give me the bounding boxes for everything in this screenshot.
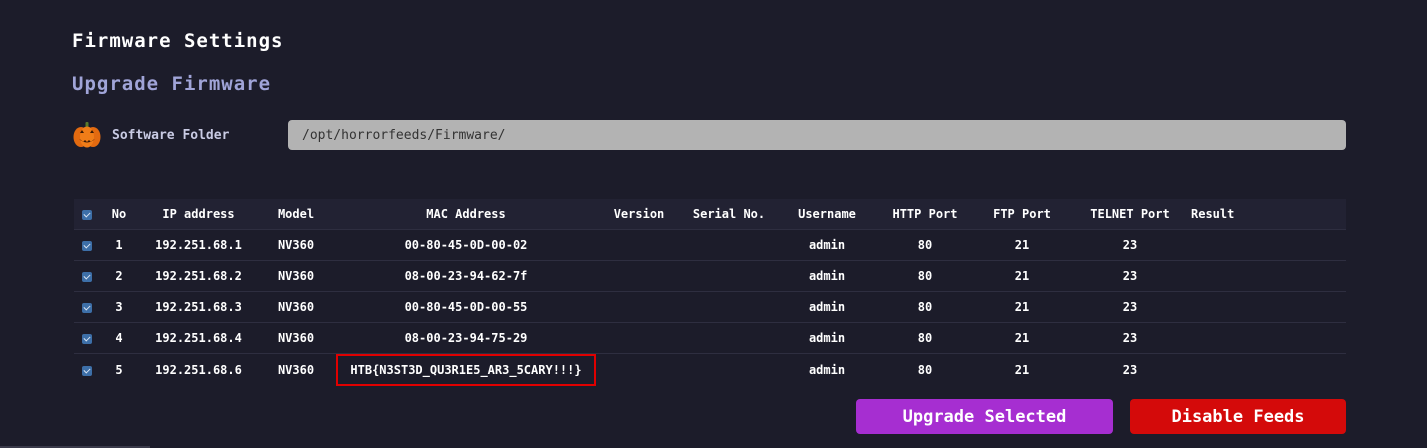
column-header-no[interactable]: No xyxy=(100,199,138,230)
cell-no: 3 xyxy=(100,291,138,323)
software-folder-input[interactable] xyxy=(288,120,1346,150)
row-checkbox[interactable] xyxy=(74,260,100,292)
cell-http-port: 80 xyxy=(875,322,975,354)
firmware-page: Firmware Settings Upgrade Firmware Softw… xyxy=(0,0,1427,448)
disable-feeds-button[interactable]: Disable Feeds xyxy=(1130,399,1346,434)
cell-result xyxy=(1191,291,1346,323)
column-header-model[interactable]: Model xyxy=(259,199,333,230)
column-header-telnet-port[interactable]: TELNET Port xyxy=(1069,199,1191,230)
cell-serial xyxy=(679,353,779,386)
cell-no: 2 xyxy=(100,260,138,292)
cell-model: NV360 xyxy=(259,229,333,261)
select-all-checkbox[interactable] xyxy=(74,199,100,230)
row-checkbox[interactable] xyxy=(74,229,100,261)
cell-username: admin xyxy=(779,260,875,292)
table-row: 4 192.251.68.4 NV360 08-00-23-94-75-29 a… xyxy=(74,322,1346,354)
table-row: 5 192.251.68.6 NV360 HTB{N3ST3D_QU3R1E5_… xyxy=(74,353,1346,386)
cell-ftp-port: 21 xyxy=(975,353,1069,386)
cell-serial xyxy=(679,229,779,261)
cell-serial xyxy=(679,260,779,292)
column-header-username[interactable]: Username xyxy=(779,199,875,230)
section-title: Upgrade Firmware xyxy=(72,73,272,95)
cell-telnet-port: 23 xyxy=(1069,291,1191,323)
page-title: Firmware Settings xyxy=(72,30,284,52)
cell-serial xyxy=(679,291,779,323)
cell-username: admin xyxy=(779,291,875,323)
software-folder-label: Software Folder xyxy=(112,127,230,143)
table-header-row: No IP address Model MAC Address Version … xyxy=(74,199,1346,230)
cell-ip: 192.251.68.1 xyxy=(138,229,259,261)
cell-http-port: 80 xyxy=(875,291,975,323)
cell-ip: 192.251.68.3 xyxy=(138,291,259,323)
cell-version xyxy=(599,353,679,386)
column-header-serial-no[interactable]: Serial No. xyxy=(679,199,779,230)
cell-mac: 00-80-45-0D-00-55 xyxy=(333,291,599,323)
cell-http-port: 80 xyxy=(875,353,975,386)
cell-mac: 08-00-23-94-62-7f xyxy=(333,260,599,292)
column-header-ftp-port[interactable]: FTP Port xyxy=(975,199,1069,230)
table-row: 1 192.251.68.1 NV360 00-80-45-0D-00-02 a… xyxy=(74,229,1346,261)
table-row: 2 192.251.68.2 NV360 08-00-23-94-62-7f a… xyxy=(74,260,1346,292)
column-header-version[interactable]: Version xyxy=(599,199,679,230)
cell-no: 4 xyxy=(100,322,138,354)
cell-mac: 00-80-45-0D-00-02 xyxy=(333,229,599,261)
cell-result xyxy=(1191,322,1346,354)
cell-serial xyxy=(679,322,779,354)
cell-ftp-port: 21 xyxy=(975,229,1069,261)
cell-username: admin xyxy=(779,353,875,386)
cell-no: 5 xyxy=(100,353,138,386)
software-folder-row: Software Folder xyxy=(72,120,1346,150)
cell-mac-highlighted: HTB{N3ST3D_QU3R1E5_AR3_5CARY!!!} xyxy=(333,353,599,386)
row-checkbox[interactable] xyxy=(74,291,100,323)
upgrade-selected-button[interactable]: Upgrade Selected xyxy=(856,399,1113,434)
device-table-wrapper: No IP address Model MAC Address Version … xyxy=(74,199,1346,386)
cell-ip: 192.251.68.4 xyxy=(138,322,259,354)
cell-version xyxy=(599,260,679,292)
device-table: No IP address Model MAC Address Version … xyxy=(74,199,1346,386)
cell-model: NV360 xyxy=(259,322,333,354)
cell-result xyxy=(1191,353,1346,386)
cell-result xyxy=(1191,260,1346,292)
checkbox-icon xyxy=(82,240,92,251)
checkbox-icon xyxy=(82,271,92,282)
cell-http-port: 80 xyxy=(875,229,975,261)
column-header-ip-address[interactable]: IP address xyxy=(138,199,259,230)
cell-model: NV360 xyxy=(259,260,333,292)
cell-username: admin xyxy=(779,322,875,354)
checkbox-icon xyxy=(82,209,92,220)
cell-telnet-port: 23 xyxy=(1069,322,1191,354)
cell-telnet-port: 23 xyxy=(1069,229,1191,261)
column-header-http-port[interactable]: HTTP Port xyxy=(875,199,975,230)
cell-telnet-port: 23 xyxy=(1069,260,1191,292)
checkbox-icon xyxy=(82,333,92,344)
cell-ip: 192.251.68.6 xyxy=(138,353,259,386)
table-row: 3 192.251.68.3 NV360 00-80-45-0D-00-55 a… xyxy=(74,291,1346,323)
cell-no: 1 xyxy=(100,229,138,261)
cell-mac: 08-00-23-94-75-29 xyxy=(333,322,599,354)
column-header-mac-address[interactable]: MAC Address xyxy=(333,199,599,230)
cell-version xyxy=(599,229,679,261)
cell-username: admin xyxy=(779,229,875,261)
cell-ftp-port: 21 xyxy=(975,322,1069,354)
cell-model: NV360 xyxy=(259,291,333,323)
cell-model: NV360 xyxy=(259,353,333,386)
pumpkin-icon xyxy=(73,122,101,148)
row-checkbox[interactable] xyxy=(74,322,100,354)
cell-http-port: 80 xyxy=(875,260,975,292)
column-header-result[interactable]: Result xyxy=(1191,199,1346,230)
cell-version xyxy=(599,322,679,354)
cell-result xyxy=(1191,229,1346,261)
cell-telnet-port: 23 xyxy=(1069,353,1191,386)
cell-ip: 192.251.68.2 xyxy=(138,260,259,292)
cell-version xyxy=(599,291,679,323)
checkbox-icon xyxy=(82,365,92,376)
checkbox-icon xyxy=(82,302,92,313)
highlighted-mac-value: HTB{N3ST3D_QU3R1E5_AR3_5CARY!!!} xyxy=(336,354,596,386)
row-checkbox[interactable] xyxy=(74,353,100,386)
cell-ftp-port: 21 xyxy=(975,260,1069,292)
cell-ftp-port: 21 xyxy=(975,291,1069,323)
